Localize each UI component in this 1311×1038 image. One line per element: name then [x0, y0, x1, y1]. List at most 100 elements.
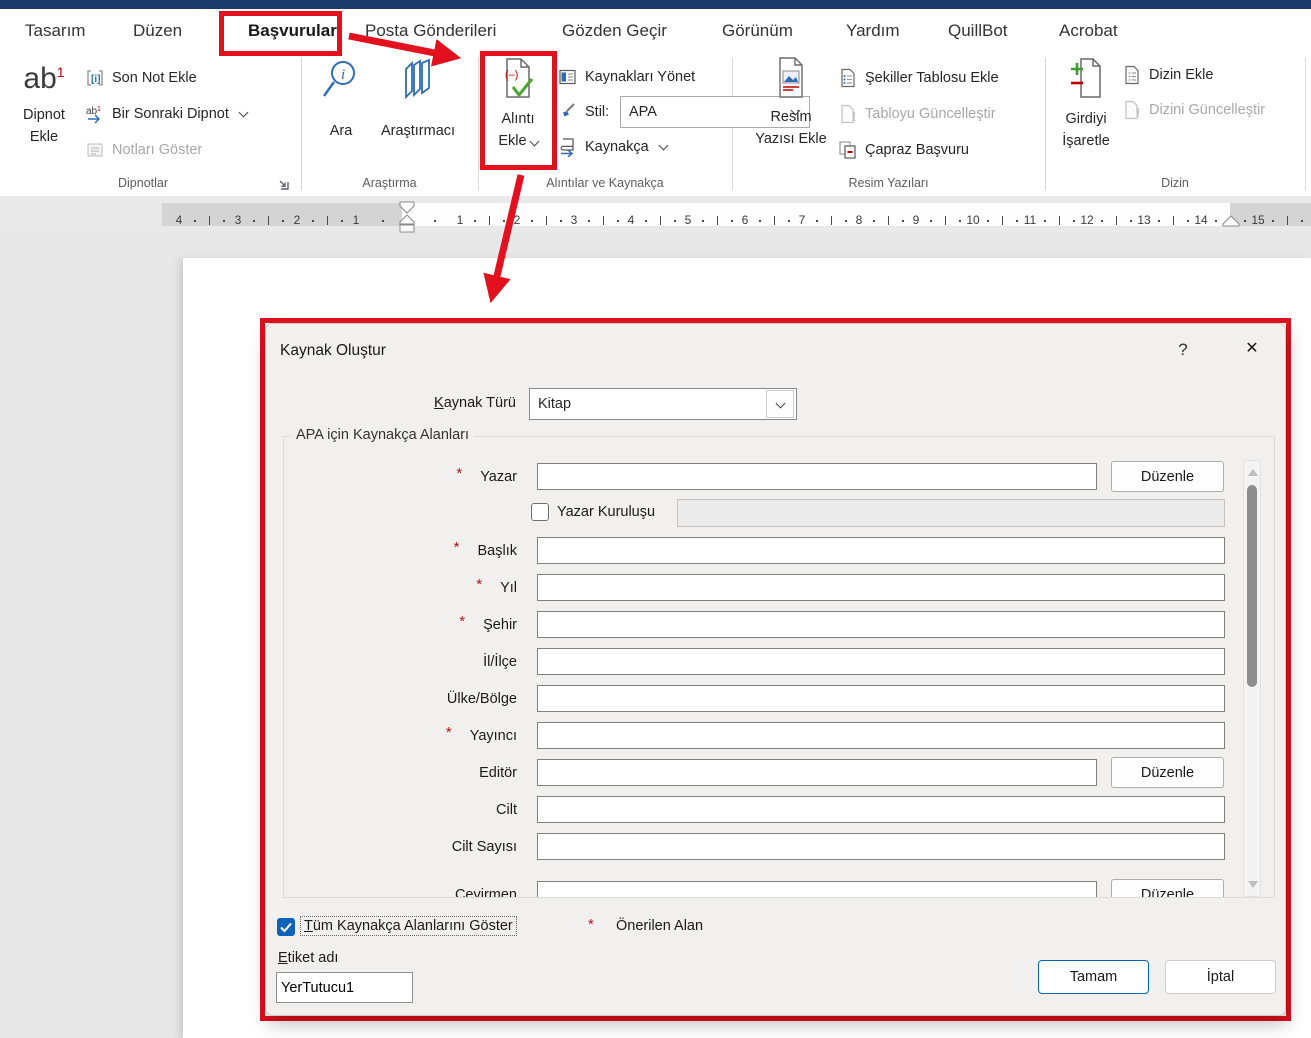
ruler-number: 7: [792, 213, 812, 227]
tag-name-input[interactable]: [276, 972, 413, 1003]
ruler-tick: [503, 220, 505, 222]
right-indent-marker[interactable]: [1222, 215, 1240, 227]
show-all-fields-checkbox[interactable]: [277, 918, 295, 936]
cross-reference-button[interactable]: Çapraz Başvuru: [838, 136, 969, 163]
ruler-tick: [1101, 220, 1103, 222]
cilt-input[interactable]: [537, 796, 1225, 823]
tab-duzen[interactable]: Düzen: [133, 21, 182, 41]
fields-scrollbar[interactable]: [1243, 460, 1261, 897]
yayinci-input[interactable]: [537, 722, 1225, 749]
insert-table-of-figures-button[interactable]: Şekiller Tablosu Ekle: [838, 64, 999, 91]
next-footnote-button[interactable]: ab 1 Bir Sonraki Dipnot: [85, 100, 247, 127]
yazar-kurulusu-input-disabled: [677, 499, 1225, 527]
researcher-button[interactable]: Araştırmacı: [372, 57, 464, 142]
required-asterisk: *: [459, 613, 465, 630]
show-notes-icon: [85, 140, 105, 160]
bibliography-button[interactable]: Kaynakça: [558, 133, 667, 160]
ruler-tick: [660, 216, 661, 225]
cilt-sayisi-input[interactable]: [537, 833, 1225, 860]
ruler-number: 10: [963, 213, 983, 227]
insert-caption-button[interactable]: Resim Yazısı Ekle: [748, 57, 834, 150]
baslik-input[interactable]: [537, 537, 1225, 564]
group-label-arastirma: Araştırma: [301, 176, 478, 194]
ruler-tick: [1244, 220, 1246, 222]
tab-gozden-gecir[interactable]: Gözden Geçir: [562, 21, 667, 41]
ruler-tick: [731, 220, 733, 222]
title-bar: [0, 0, 1311, 9]
insert-endnote-button[interactable]: [i] Son Not Ekle: [85, 64, 197, 91]
indent-markers[interactable]: [396, 201, 418, 233]
help-button[interactable]: ?: [1171, 340, 1195, 364]
source-type-select[interactable]: Kitap: [529, 388, 797, 420]
bibliography-icon: [558, 137, 578, 157]
required-asterisk: *: [456, 465, 462, 482]
editor-edit-button[interactable]: Düzenle: [1111, 757, 1224, 788]
scroll-up-arrow-icon[interactable]: [1248, 469, 1258, 476]
create-source-dialog: Kaynak Oluştur ? ✕ Kaynak Türü Kitap APA…: [265, 323, 1286, 1016]
yazar-edit-button[interactable]: Düzenle: [1111, 461, 1224, 492]
ruler-tick: [831, 216, 832, 225]
tab-posta-gonderileri[interactable]: Posta Gönderileri: [365, 21, 496, 41]
ok-button[interactable]: Tamam: [1038, 960, 1149, 994]
insert-footnote-button[interactable]: ab1 Dipnot Ekle: [8, 57, 80, 148]
field-row-baslik: *Başlık: [284, 537, 1275, 564]
ruler-tick: [1130, 220, 1132, 222]
group-label-dipnotlar: Dipnotlar: [60, 176, 226, 194]
scroll-down-arrow-icon[interactable]: [1248, 881, 1258, 888]
source-type-value: Kitap: [530, 396, 766, 412]
ruler-tick: [560, 220, 562, 222]
yazar-kurulusu-checkbox[interactable]: [531, 503, 549, 521]
show-all-fields-label[interactable]: Tüm Kaynakça Alanlarını Göster: [304, 918, 513, 934]
field-row-yil: *Yıl: [284, 574, 1275, 601]
yazar-input[interactable]: [537, 463, 1097, 490]
field-row-yazar: *Yazar Düzenle: [284, 463, 1275, 490]
ruler-number: 3: [564, 213, 584, 227]
manage-sources-button[interactable]: Kaynakları Yönet: [558, 63, 695, 90]
tab-tasarim[interactable]: Tasarım: [25, 21, 85, 41]
insert-index-button[interactable]: Dizin Ekle: [1122, 61, 1213, 88]
ruler-tick: [1016, 220, 1018, 222]
mark-entry-button[interactable]: Girdiyi İşaretle: [1052, 57, 1120, 152]
required-asterisk: *: [446, 724, 452, 741]
group-separator: [478, 58, 479, 190]
ulke-bolge-input[interactable]: [537, 685, 1225, 712]
tab-acrobat[interactable]: Acrobat: [1059, 21, 1118, 41]
field-label: Yıl: [500, 580, 517, 596]
ruler-tick: [1116, 216, 1117, 225]
close-icon[interactable]: ✕: [1238, 338, 1266, 364]
ruler-tick: [717, 216, 718, 225]
suggested-field-label: Önerilen Alan: [616, 918, 703, 934]
ruler-tick: [845, 220, 847, 222]
ruler-tick: [268, 216, 269, 225]
tab-yardim[interactable]: Yardım: [846, 21, 900, 41]
ruler-tick: [546, 216, 547, 225]
ruler-tick: [1187, 220, 1189, 222]
chevron-down-icon: [775, 398, 785, 408]
il-ilce-input[interactable]: [537, 648, 1225, 675]
tab-quillbot[interactable]: QuillBot: [948, 21, 1008, 41]
yil-input[interactable]: [537, 574, 1225, 601]
dialog-launcher-icon[interactable]: [276, 177, 292, 193]
insert-citation-button[interactable]: (–) Alıntı Ekle: [484, 57, 552, 152]
chevron-down-icon: [529, 137, 539, 147]
cevirmen-edit-button[interactable]: Düzenle: [1111, 879, 1224, 898]
search-button[interactable]: i Ara: [312, 57, 370, 142]
yazar-kurulusu-label: Yazar Kuruluşu: [557, 504, 655, 520]
ruler-tick: [474, 220, 476, 222]
tab-gorunum[interactable]: Görünüm: [722, 21, 793, 41]
ruler-number: 3: [228, 213, 248, 227]
cevirmen-input[interactable]: [537, 881, 1097, 898]
editor-input[interactable]: [537, 759, 1097, 786]
check-icon: [278, 919, 294, 935]
group-separator: [301, 58, 302, 190]
source-type-dropdown-button[interactable]: [766, 390, 794, 418]
field-label: Cilt: [496, 802, 517, 818]
table-of-figures-icon: [838, 68, 858, 88]
ruler-tick: [959, 220, 961, 222]
group-separator: [1305, 58, 1306, 190]
scrollbar-thumb[interactable]: [1247, 485, 1257, 687]
cancel-button[interactable]: İptal: [1165, 960, 1276, 994]
sehir-input[interactable]: [537, 611, 1225, 638]
tab-basvurular[interactable]: Başvurular: [248, 21, 337, 41]
group-label-resim-yazilari: Resim Yazıları: [732, 176, 1045, 194]
